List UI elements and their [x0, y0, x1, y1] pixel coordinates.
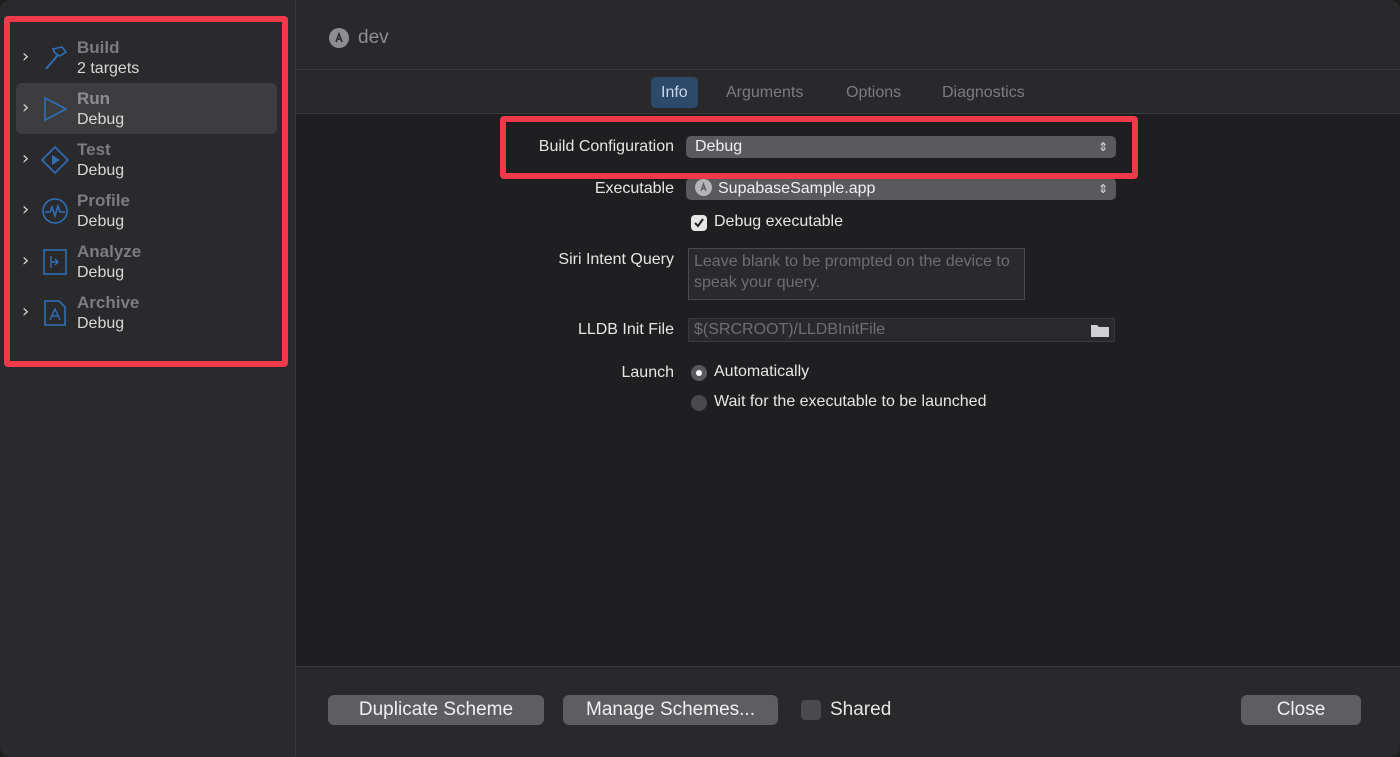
sidebar: › Build 2 targets › Run Debug › Test Deb… — [0, 0, 296, 757]
launch-automatically-radio[interactable] — [691, 365, 707, 381]
launch-wait-label: Wait for the executable to be launched — [714, 393, 987, 410]
updown-arrows-icon: ⇕ — [1097, 182, 1108, 196]
footer-bar: Duplicate Scheme Manage Schemes... Share… — [296, 666, 1400, 757]
tab-diagnostics[interactable]: Diagnostics — [932, 77, 1035, 108]
sidebar-item-title: Build — [77, 38, 120, 57]
sidebar-item-profile[interactable]: › Profile Debug — [16, 185, 277, 236]
test-diamond-icon — [40, 145, 70, 175]
chevron-right-icon[interactable]: › — [22, 48, 36, 66]
updown-arrows-icon: ⇕ — [1097, 140, 1108, 154]
build-configuration-label: Build Configuration — [538, 138, 674, 155]
duplicate-scheme-button[interactable]: Duplicate Scheme — [328, 695, 544, 725]
tab-info[interactable]: Info — [651, 77, 698, 108]
tab-options[interactable]: Options — [836, 77, 911, 108]
app-store-icon — [329, 28, 349, 48]
debug-executable-label: Debug executable — [714, 213, 843, 230]
sidebar-item-subtitle: Debug — [77, 264, 125, 281]
chevron-right-icon[interactable]: › — [22, 150, 36, 168]
chevron-right-icon[interactable]: › — [22, 303, 36, 321]
sidebar-item-subtitle: 2 targets — [77, 60, 140, 77]
folder-icon[interactable] — [1090, 322, 1110, 338]
sidebar-item-subtitle: Debug — [77, 213, 125, 230]
chevron-right-icon[interactable]: › — [22, 252, 36, 270]
executable-popup[interactable]: SupabaseSample.app ⇕ — [686, 178, 1116, 200]
debug-executable-checkbox[interactable] — [691, 215, 707, 231]
sidebar-item-title: Test — [77, 140, 111, 159]
shared-label: Shared — [830, 699, 892, 720]
siri-intent-field[interactable]: Leave blank to be prompted on the device… — [688, 248, 1025, 300]
lldb-init-label: LLDB Init File — [577, 321, 674, 338]
play-icon — [40, 94, 70, 124]
launch-automatically-label: Automatically — [714, 363, 810, 380]
scheme-editor-window: › Build 2 targets › Run Debug › Test Deb… — [0, 0, 1400, 757]
scheme-name: dev — [358, 27, 389, 48]
analyze-icon — [40, 247, 70, 277]
hammer-icon — [40, 43, 70, 73]
waveform-icon — [40, 196, 70, 226]
scheme-action-list: › Build 2 targets › Run Debug › Test Deb… — [16, 32, 277, 338]
close-button[interactable]: Close — [1241, 695, 1361, 725]
app-icon — [695, 179, 712, 196]
sidebar-item-subtitle: Debug — [77, 111, 125, 128]
sidebar-item-subtitle: Debug — [77, 315, 125, 332]
sidebar-item-archive[interactable]: › Archive Debug — [16, 287, 277, 338]
executable-value: SupabaseSample.app — [718, 180, 876, 197]
chevron-right-icon[interactable]: › — [22, 99, 36, 117]
sidebar-item-title: Archive — [77, 293, 140, 312]
sidebar-item-test[interactable]: › Test Debug — [16, 134, 277, 185]
lldb-init-field[interactable]: $(SRCROOT)/LLDBInitFile — [688, 318, 1115, 342]
sidebar-item-run[interactable]: › Run Debug — [16, 83, 277, 134]
scheme-header: dev — [296, 0, 1400, 70]
tab-bar: Info Arguments Options Diagnostics — [296, 70, 1400, 114]
sidebar-item-build[interactable]: › Build 2 targets — [16, 32, 277, 83]
sidebar-item-title: Run — [77, 89, 111, 108]
tab-arguments[interactable]: Arguments — [716, 77, 813, 108]
sidebar-item-title: Analyze — [77, 242, 142, 261]
manage-schemes-button[interactable]: Manage Schemes... — [563, 695, 778, 725]
shared-checkbox[interactable] — [801, 700, 821, 720]
sidebar-item-analyze[interactable]: › Analyze Debug — [16, 236, 277, 287]
info-form: Build Configuration Debug ⇕ Executable S… — [296, 114, 1400, 666]
executable-label: Executable — [594, 180, 674, 197]
launch-wait-radio[interactable] — [691, 395, 707, 411]
launch-label: Launch — [621, 364, 675, 381]
sidebar-item-title: Profile — [77, 191, 130, 210]
sidebar-item-subtitle: Debug — [77, 162, 125, 179]
archive-icon — [40, 298, 70, 328]
build-configuration-value: Debug — [695, 138, 743, 155]
build-configuration-popup[interactable]: Debug ⇕ — [686, 136, 1116, 158]
siri-intent-label: Siri Intent Query — [558, 251, 674, 268]
chevron-right-icon[interactable]: › — [22, 201, 36, 219]
lldb-init-placeholder: $(SRCROOT)/LLDBInitFile — [694, 321, 886, 338]
